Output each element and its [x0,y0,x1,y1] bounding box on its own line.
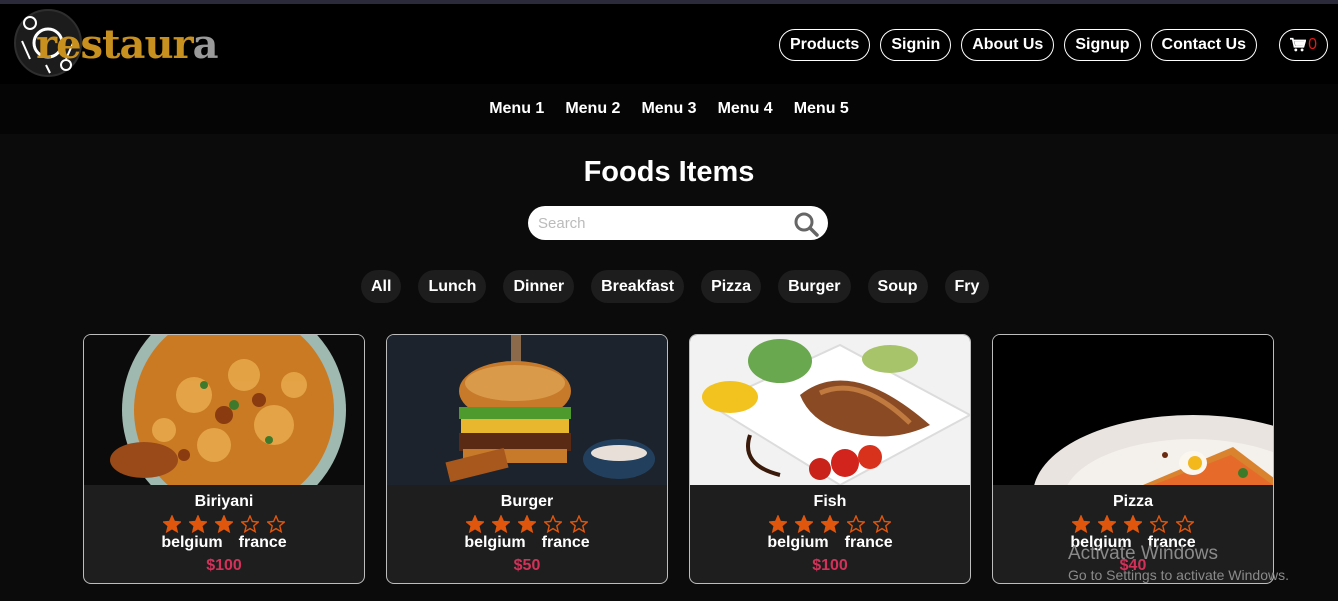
tag-label: france [238,534,287,551]
menu-item-2[interactable]: Menu 2 [565,100,620,118]
star-filled-icon [215,515,233,533]
star-filled-icon [466,515,484,533]
tag-label: france [844,534,893,551]
cart-button[interactable]: 0 [1279,29,1328,61]
rating-stars [993,515,1273,533]
filter-lunch[interactable]: Lunch [418,270,487,303]
filter-all[interactable]: All [361,270,402,303]
nav-products-button[interactable]: Products [778,29,871,61]
food-card[interactable]: Burger belgium france $50 [386,334,668,584]
card-body: Burger belgium france $50 [387,485,667,575]
star-filled-icon [1124,515,1142,533]
cuisine-tags: belgium france [690,534,970,552]
star-filled-icon [518,515,536,533]
search-icon[interactable] [794,212,820,238]
filter-burger[interactable]: Burger [778,270,851,303]
filter-fry[interactable]: Fry [944,270,990,303]
rating-stars [690,515,970,533]
star-filled-icon [821,515,839,533]
nav-signup-button[interactable]: Signup [1064,29,1141,61]
star-filled-icon [163,515,181,533]
food-card[interactable]: Biriyani belgium france $100 [83,334,365,584]
menu-item-1[interactable]: Menu 1 [489,100,544,118]
menu-item-5[interactable]: Menu 5 [794,100,849,118]
rating-stars [387,515,667,533]
card-body: Fish belgium france $100 [690,485,970,575]
menu-item-3[interactable]: Menu 3 [641,100,696,118]
star-empty-icon [267,515,285,533]
star-filled-icon [189,515,207,533]
food-name: Biriyani [194,493,254,510]
food-name: Pizza [1112,493,1153,510]
food-image [690,335,970,487]
card-body: Biriyani belgium france $100 [84,485,364,575]
star-empty-icon [847,515,865,533]
cuisine-tags: belgium france [387,534,667,552]
food-name: Burger [500,493,554,510]
logo-text-main: restaur [36,20,194,68]
logo-text-last: a [192,20,219,68]
food-price: $50 [513,557,541,574]
cuisine-tags: belgium france [84,534,364,552]
page-title: Foods Items [583,156,755,188]
star-empty-icon [1176,515,1194,533]
filter-dinner[interactable]: Dinner [503,270,575,303]
star-empty-icon [241,515,259,533]
food-image [993,335,1273,575]
food-price: $100 [206,557,242,574]
star-empty-icon [544,515,562,533]
rating-stars [84,515,364,533]
menu-bar: Menu 1 Menu 2 Menu 3 Menu 4 Menu 5 [0,84,1338,134]
star-filled-icon [492,515,510,533]
site-header: restaura Products Signin About Us Signup… [0,4,1338,84]
main-nav: Products Signin About Us Signup Contact … [778,29,1328,61]
watermark-subtitle: Go to Settings to activate Windows. [1068,567,1289,583]
filter-breakfast[interactable]: Breakfast [591,270,685,303]
search-box [528,206,828,240]
filter-soup[interactable]: Soup [867,270,928,303]
food-card[interactable]: Fish belgium france $100 [689,334,971,584]
logo[interactable]: restaura [14,9,219,79]
cart-count: 0 [1308,36,1317,53]
star-filled-icon [795,515,813,533]
nav-contact-button[interactable]: Contact Us [1150,29,1257,61]
category-filters: All Lunch Dinner Breakfast Pizza Burger … [361,270,990,303]
search-input[interactable] [538,212,778,234]
nav-about-button[interactable]: About Us [961,29,1055,61]
food-image [387,335,667,485]
tag-label: belgium [464,534,526,551]
star-empty-icon [873,515,891,533]
shopping-cart-icon [1290,37,1307,52]
tag-label: belgium [767,534,829,551]
watermark-title: Activate Windows [1068,543,1218,564]
star-filled-icon [1072,515,1090,533]
star-filled-icon [769,515,787,533]
star-empty-icon [570,515,588,533]
food-name: Fish [813,493,847,510]
menu-item-4[interactable]: Menu 4 [718,100,773,118]
windows-activation-watermark: Activate Windows Go to Settings to activ… [1068,543,1289,583]
tag-label: france [541,534,590,551]
filter-pizza[interactable]: Pizza [701,270,762,303]
star-empty-icon [1150,515,1168,533]
nav-signin-button[interactable]: Signin [880,29,952,61]
food-price: $100 [812,557,848,574]
star-filled-icon [1098,515,1116,533]
food-image [84,335,364,522]
logo-text: restaura [36,20,219,68]
tag-label: belgium [161,534,223,551]
